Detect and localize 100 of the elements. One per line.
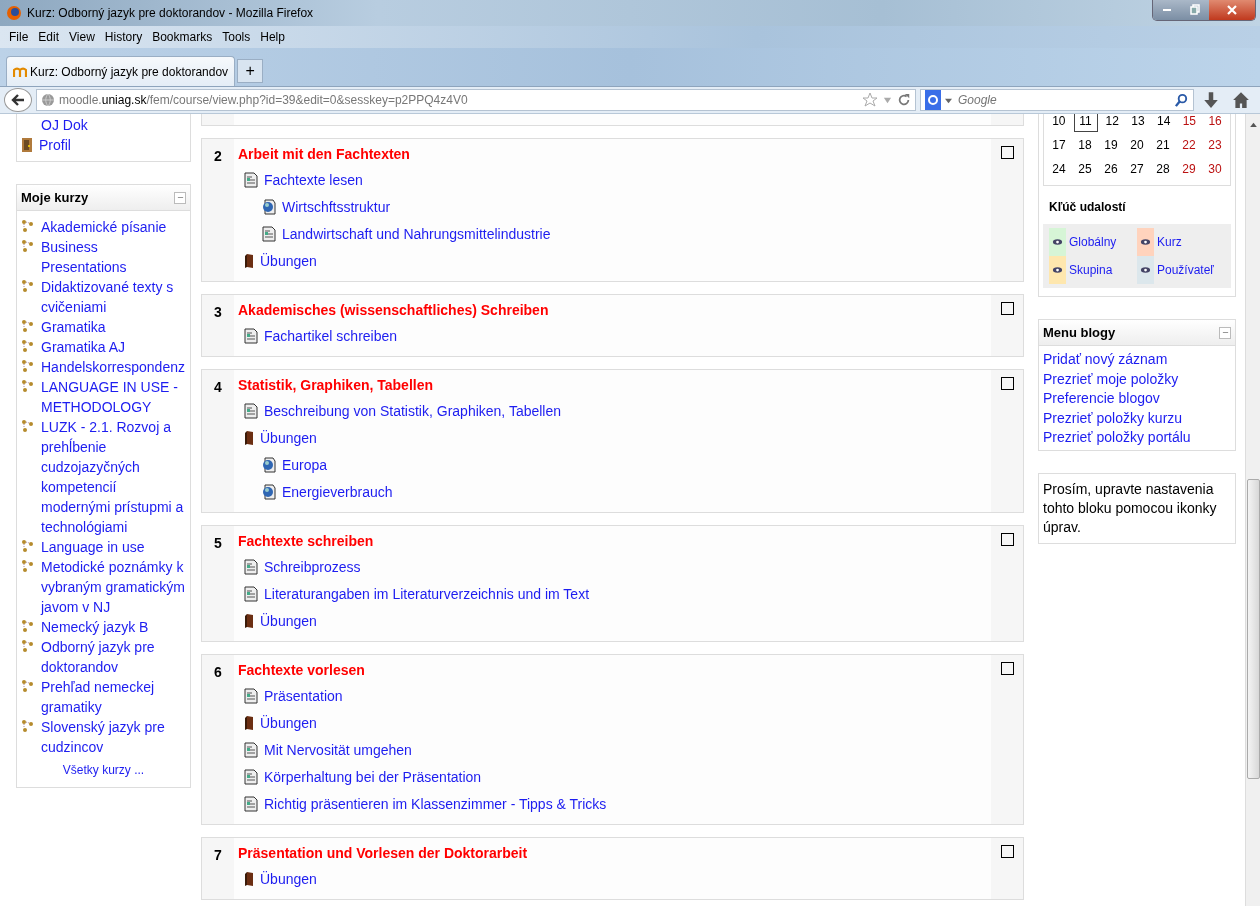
menu-item[interactable]: File	[4, 30, 34, 44]
collapse-button[interactable]	[1219, 326, 1231, 339]
course-link[interactable]: Slovenský jazyk pre cudzincov	[41, 717, 186, 757]
calendar-day[interactable]: 12	[1101, 114, 1124, 131]
highlight-checkbox[interactable]	[1000, 146, 1014, 159]
close-button[interactable]	[1209, 0, 1255, 20]
course-link[interactable]: Handelskorrespondenz	[41, 357, 185, 377]
restore-button[interactable]	[1181, 0, 1209, 20]
activity-link[interactable]: Landwirtschaft und Nahrungsmittelindustrie	[282, 225, 551, 242]
activity-link[interactable]: Mit Nervosität umgehen	[264, 741, 412, 758]
activity-link[interactable]: Übungen	[260, 612, 317, 629]
menu-item[interactable]: History	[99, 30, 148, 44]
blog-link[interactable]: Preferencie blogov	[1043, 389, 1231, 409]
calendar-day[interactable]: 21	[1152, 135, 1174, 155]
activity-link[interactable]: Präsentation	[264, 687, 343, 704]
highlight-checkbox[interactable]	[1000, 533, 1014, 546]
dropdown-arrow-icon[interactable]	[945, 96, 952, 104]
calendar-day[interactable]: 29	[1178, 159, 1200, 179]
legend-swatch[interactable]	[1137, 256, 1154, 284]
highlight-checkbox[interactable]	[1000, 845, 1014, 858]
activity-link[interactable]: Übungen	[260, 714, 317, 731]
search-bar[interactable]: Google	[920, 89, 1194, 111]
all-courses-link[interactable]: Všetky kurzy ...	[21, 763, 186, 777]
activity-link[interactable]: Wirtschftsstruktur	[282, 198, 391, 215]
home-icon[interactable]	[1232, 91, 1250, 109]
course-link[interactable]: Nemecký jazyk B	[41, 617, 149, 637]
course-link[interactable]: Gramatika	[41, 317, 106, 337]
search-engine-icon[interactable]	[925, 90, 941, 110]
blog-link[interactable]: Prezrieť moje položky	[1043, 369, 1231, 389]
calendar-day[interactable]: 27	[1126, 159, 1148, 179]
blog-link[interactable]: Pridať nový záznam	[1043, 350, 1231, 370]
calendar-day[interactable]: 19	[1100, 135, 1122, 155]
course-link[interactable]: Metodické poznámky k vybraným gramatickým javom v NJ	[41, 557, 186, 617]
menu-item[interactable]: Tools	[217, 30, 256, 44]
calendar-day[interactable]: 15	[1178, 114, 1201, 131]
address-field[interactable]: moodle.uniag.sk/fem/course/view.php?id=39&edit=0&sesskey=p2PPQ4z4V0	[36, 89, 916, 111]
legend-link[interactable]: Používateľ	[1157, 263, 1214, 277]
calendar-day[interactable]: 13	[1126, 114, 1149, 131]
calendar-day[interactable]: 11	[1073, 114, 1098, 132]
activity-link[interactable]: Fachartikel schreiben	[264, 327, 398, 344]
activity-link[interactable]: Energieverbrauch	[282, 483, 393, 500]
highlight-checkbox[interactable]	[1000, 662, 1014, 675]
calendar-day[interactable]: 23	[1204, 135, 1226, 155]
menu-item[interactable]: Bookmarks	[147, 30, 218, 44]
legend-link[interactable]: Skupina	[1069, 263, 1113, 277]
legend-link[interactable]: Kurz	[1157, 235, 1182, 249]
activity-link[interactable]: Übungen	[260, 252, 317, 269]
blog-link[interactable]: Prezrieť položky portálu	[1043, 428, 1231, 448]
calendar-day[interactable]: 30	[1204, 159, 1226, 179]
activity-link[interactable]: Übungen	[260, 429, 317, 446]
scroll-up-icon[interactable]	[1249, 122, 1257, 127]
reload-icon[interactable]	[897, 93, 911, 107]
menu-item[interactable]: View	[64, 30, 100, 44]
activity-link[interactable]: Literaturangaben im Literaturverzeichnis und im Text	[264, 585, 590, 602]
calendar-day[interactable]: 24	[1048, 159, 1070, 179]
calendar-day[interactable]: 26	[1100, 159, 1122, 179]
legend-link[interactable]: Globálny	[1069, 235, 1117, 249]
course-link[interactable]: Prehľad nemeckej gramatiky	[41, 677, 186, 717]
star-icon[interactable]	[862, 92, 878, 108]
calendar-day[interactable]: 17	[1048, 135, 1070, 155]
highlight-checkbox[interactable]	[1000, 377, 1014, 390]
calendar-day[interactable]: 20	[1126, 135, 1148, 155]
calendar-day[interactable]: 18	[1074, 135, 1096, 155]
activity-link[interactable]: Übungen	[260, 870, 317, 887]
navigation-link[interactable]: OJ Dok	[41, 115, 88, 135]
download-icon[interactable]	[1202, 91, 1220, 109]
course-link[interactable]: LUZK - 2.1. Rozvoj a prehĺbenie cudzojazyčných kompetencií modernými prístupmi a technológiami	[41, 417, 186, 537]
calendar-day[interactable]: 14	[1152, 114, 1175, 131]
course-link[interactable]: Business Presentations	[41, 237, 186, 277]
activity-link[interactable]: Beschreibung von Statistik, Graphiken, Tabellen	[264, 402, 562, 419]
menu-item[interactable]: Help	[255, 30, 290, 44]
minimize-button[interactable]	[1153, 0, 1181, 20]
browser-tab[interactable]: Kurz: Odborný jazyk pre doktorandov	[6, 56, 236, 86]
course-link[interactable]: Akademické písanie	[41, 217, 167, 237]
calendar-day[interactable]: 25	[1074, 159, 1096, 179]
course-link[interactable]: Language in use	[41, 537, 145, 557]
course-link[interactable]: Odborný jazyk pre doktorandov	[41, 637, 186, 677]
search-icon[interactable]	[1174, 92, 1189, 108]
activity-link[interactable]: Europa	[282, 456, 328, 473]
calendar-day[interactable]: 16	[1204, 114, 1227, 131]
new-tab-button[interactable]: +	[237, 59, 264, 83]
scrollbar-thumb[interactable]	[1246, 479, 1260, 779]
course-link[interactable]: Didaktizované texty s cvičeniami	[41, 277, 186, 317]
activity-link[interactable]: Fachtexte lesen	[264, 171, 363, 188]
menu-item[interactable]: Edit	[33, 30, 65, 44]
legend-swatch[interactable]	[1137, 228, 1154, 256]
legend-swatch[interactable]	[1049, 228, 1066, 256]
back-button[interactable]	[4, 88, 32, 112]
activity-link[interactable]: Richtig präsentieren im Klassenzimmer - Tipps & Tricks	[264, 795, 607, 812]
highlight-checkbox[interactable]	[1000, 302, 1014, 315]
calendar-day[interactable]: 22	[1178, 135, 1200, 155]
activity-link[interactable]: Körperhaltung bei der Präsentation	[264, 768, 482, 785]
course-link[interactable]: Gramatika AJ	[41, 337, 126, 357]
blog-link[interactable]: Prezrieť položky kurzu	[1043, 408, 1231, 428]
collapse-button[interactable]	[174, 191, 186, 204]
calendar-day[interactable]: 28	[1152, 159, 1174, 179]
course-link[interactable]: LANGUAGE IN USE - METHODOLOGY	[41, 377, 186, 417]
calendar-day[interactable]: 10	[1047, 114, 1070, 131]
legend-swatch[interactable]	[1049, 256, 1066, 284]
navigation-link[interactable]: Profil	[39, 135, 71, 155]
